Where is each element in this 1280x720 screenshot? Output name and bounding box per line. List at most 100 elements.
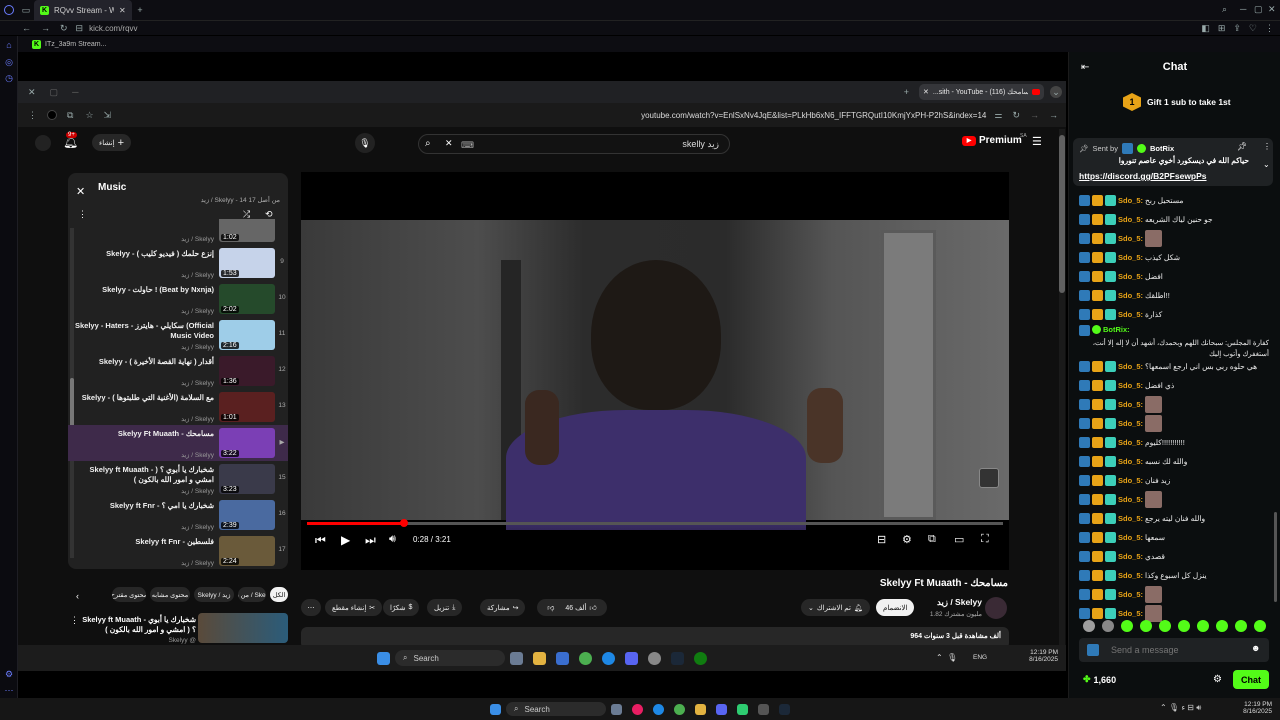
- inner-profile-icon[interactable]: [47, 110, 57, 120]
- url-field[interactable]: kick.com/rqvv: [89, 24, 137, 33]
- settings-gear-icon[interactable]: ⚙: [902, 533, 912, 546]
- tab-kick-stream[interactable]: K RQvv Stream - Watch Live ✕: [34, 0, 132, 21]
- chat-message[interactable]: Sdo_5: سمعها: [1079, 529, 1275, 546]
- chat-message[interactable]: Sdo_5: والله فنان ليته يرجع: [1079, 510, 1275, 527]
- language-indicator[interactable]: ENG: [973, 654, 987, 661]
- chat-username[interactable]: Sdo_5:: [1118, 419, 1143, 428]
- inner-tab-close-icon[interactable]: ✕: [923, 88, 929, 96]
- collections-icon[interactable]: ⊞: [1218, 23, 1226, 34]
- chat-username[interactable]: Sdo_5:: [1118, 272, 1143, 281]
- playlist-item[interactable]: 11 2:16 Skelyy - Haters - سكايلي - هايترز …: [68, 317, 288, 353]
- inner-new-tab-icon[interactable]: +: [904, 87, 909, 97]
- chat-username[interactable]: Sdo_5:: [1118, 514, 1143, 523]
- account-avatar[interactable]: [35, 135, 51, 151]
- tab-list-icon[interactable]: ⌄: [1050, 86, 1062, 98]
- chat-username[interactable]: Sdo_5:: [1118, 590, 1143, 599]
- more-icon[interactable]: ⋯: [3, 684, 15, 696]
- chat-username[interactable]: Sdo_5:: [1118, 215, 1143, 224]
- seek-bar[interactable]: [307, 519, 1003, 527]
- inner-restore-icon[interactable]: ▢: [50, 87, 59, 98]
- chat-username[interactable]: Sdo_5:: [1118, 476, 1143, 485]
- playlist-item[interactable]: ▶ 3:22 Skelyy Ft Muaath - مسامحك زيد / Skel…: [68, 425, 288, 461]
- chat-username[interactable]: Sdo_5:: [1118, 196, 1143, 205]
- tray-icons[interactable]: ⌃ 🎙︎: [936, 653, 960, 662]
- inner-back-icon[interactable]: →: [1049, 110, 1058, 120]
- chat-username[interactable]: BotRix:: [1103, 325, 1130, 334]
- chat-username[interactable]: Sdo_5:: [1118, 234, 1143, 243]
- spotify-icon[interactable]: [737, 703, 748, 715]
- discord-icon[interactable]: [716, 703, 727, 715]
- menu-icon[interactable]: ⋮: [1265, 23, 1274, 34]
- chat-message[interactable]: Sdo_5:: [1079, 415, 1275, 432]
- taskbar-search[interactable]: ⌕ Search: [395, 650, 505, 666]
- chat-message[interactable]: Sdo_5: كليوم!!!!!!!!!!!: [1079, 434, 1275, 451]
- clip-button[interactable]: إنشاء مقطع ✂: [325, 599, 383, 616]
- history-icon[interactable]: ◷: [3, 72, 15, 84]
- gift-leaderboard-text[interactable]: Gift 1 sub to take 1st: [1147, 97, 1231, 107]
- theater-mode-icon[interactable]: ▭: [954, 533, 964, 546]
- home-icon[interactable]: ⌂: [3, 39, 15, 51]
- subscribed-button[interactable]: ⌄ تم الاشتراك 🔔︎: [801, 599, 870, 616]
- inner-clock[interactable]: 12:19 PM 8/16/2025: [1018, 649, 1058, 663]
- unpin-icon[interactable]: 📌︎: [1237, 142, 1247, 151]
- chat-username[interactable]: Sdo_5:: [1118, 552, 1143, 561]
- browser-profile-icon[interactable]: [4, 5, 14, 15]
- playlist-item[interactable]: 15 3:23 Skelyy ft Muaath - شخبارك يا أبوي …: [68, 461, 288, 497]
- close-tab-icon[interactable]: ✕: [119, 6, 126, 15]
- chat-message[interactable]: Sdo_5: هي حلوه ربي بس اني ارجع اسمعها؟: [1079, 358, 1275, 375]
- file-explorer-icon[interactable]: [533, 651, 546, 665]
- video-player[interactable]: ⏮ ▶ ⏭ 🔊︎ 0:28 / 3:21 ⊟ ⚙ ⧉ ▭ ⛶: [301, 172, 1009, 570]
- chat-message[interactable]: Sdo_5: افضل: [1079, 268, 1275, 285]
- task-view-icon[interactable]: [611, 703, 622, 715]
- site-settings-icon[interactable]: ⊟: [76, 23, 84, 34]
- chat-username[interactable]: Sdo_5:: [1118, 457, 1143, 466]
- quick-emote-icon[interactable]: [1140, 620, 1152, 632]
- playlist-item[interactable]: 12 1:36 Skelyy - أقدار ( نهاية القصة الأخي…: [68, 353, 288, 389]
- recommendation-thumbnail[interactable]: [198, 613, 288, 643]
- favorite-icon[interactable]: ♡: [1249, 23, 1257, 34]
- chat-message[interactable]: Sdo_5: والله لك نسبه: [1079, 453, 1275, 470]
- chat-message[interactable]: Sdo_5: جو حنين لياك الشريعه: [1079, 211, 1275, 228]
- chat-message[interactable]: Sdo_5: زيد فنان: [1079, 472, 1275, 489]
- os-clock[interactable]: 12:19 PM 8/16/2025: [1232, 701, 1272, 715]
- bookmark-item[interactable]: ITz_3a9m Stream...: [45, 41, 106, 48]
- chat-username[interactable]: Sdo_5:: [1118, 362, 1143, 371]
- send-chat-button[interactable]: Chat: [1233, 670, 1269, 689]
- filter-chip[interactable]: الكل: [270, 587, 288, 602]
- search-box[interactable]: ⌕ ✕ ⌨ skelly زيد: [418, 134, 730, 154]
- chat-username[interactable]: Sdo_5:: [1118, 291, 1143, 300]
- inner-star-icon[interactable]: ☆: [85, 110, 93, 121]
- play-icon[interactable]: ▶: [341, 533, 350, 547]
- youtube-logo[interactable]: ▶ Premium: [962, 135, 1022, 146]
- chat-message[interactable]: Sdo_5: كذارة: [1079, 306, 1275, 323]
- search-input[interactable]: skelly زيد: [682, 139, 719, 150]
- playlist-item[interactable]: 10 2:02 Skelyy - حاولت ! (Beat by Nxnja) زي…: [68, 281, 288, 317]
- channel-watermark[interactable]: [979, 468, 999, 488]
- chat-message[interactable]: Sdo_5: ينزل كل اسبوع وكذا: [1079, 567, 1275, 584]
- quick-emote-icon[interactable]: [1083, 620, 1095, 632]
- os-search[interactable]: ⌕ Search: [506, 702, 606, 716]
- chat-username[interactable]: Sdo_5:: [1118, 571, 1143, 580]
- os-tray-icons[interactable]: ⌃ 🎙︎ ء ⊟ 🔊︎: [1160, 703, 1201, 713]
- chat-message[interactable]: Sdo_5: اطلقك!!: [1079, 287, 1275, 304]
- search-icon[interactable]: ⌕: [425, 138, 431, 149]
- discord-icon[interactable]: [625, 651, 638, 665]
- windows-start-icon[interactable]: [377, 651, 390, 665]
- chat-message[interactable]: Sdo_5: قصدي: [1079, 548, 1275, 565]
- chat-message[interactable]: Sdo_5:: [1079, 396, 1275, 413]
- next-icon[interactable]: ⏭: [365, 533, 376, 548]
- quick-emote-icon[interactable]: [1254, 620, 1266, 632]
- playlist-item[interactable]: 1:02 زيد / Skelyy: [68, 219, 288, 245]
- quick-emote-icon[interactable]: [1235, 620, 1247, 632]
- quick-emote-icon[interactable]: [1178, 620, 1190, 632]
- chat-username[interactable]: Sdo_5:: [1118, 310, 1143, 319]
- filter-chip[interactable]: من زيد / Skelyy: [238, 587, 266, 602]
- pinned-link[interactable]: https://discord.gg/B2PFsewpPs: [1079, 171, 1207, 181]
- inner-forward-icon[interactable]: →: [1030, 110, 1039, 120]
- chat-username[interactable]: Sdo_5:: [1118, 400, 1143, 409]
- page-scrollbar[interactable]: [1059, 129, 1065, 645]
- chat-message[interactable]: Sdo_5: ذي افضل: [1079, 377, 1275, 394]
- app-icon[interactable]: [758, 703, 769, 715]
- filter-chip[interactable]: محتوى مشابه: [150, 587, 190, 602]
- settings-icon[interactable]: ⚙: [3, 668, 15, 680]
